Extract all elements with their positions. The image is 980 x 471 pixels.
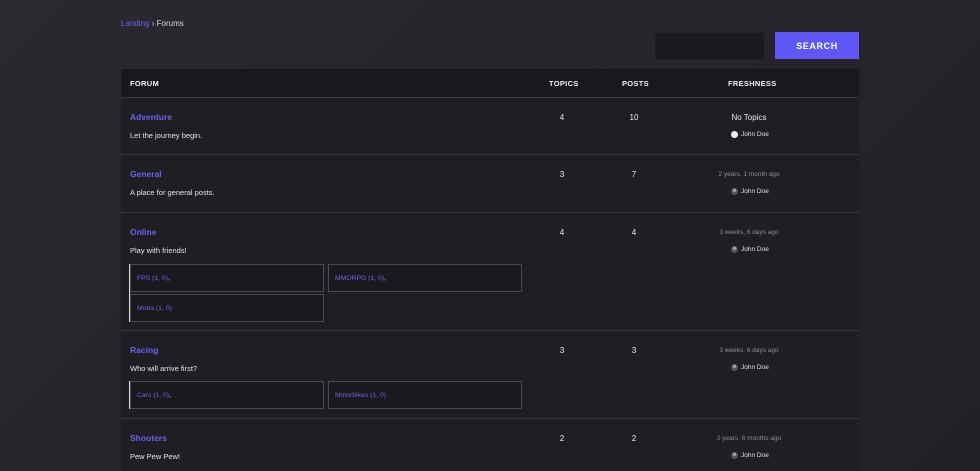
posts-count: 2 — [631, 434, 637, 443]
freshness-user[interactable]: John Doe — [731, 188, 769, 195]
topics-count: 3 — [559, 170, 565, 179]
forum-title-link[interactable]: Adventure — [130, 112, 172, 122]
freshness-link[interactable]: 2 years, 1 month ago — [689, 171, 809, 178]
avatar — [731, 246, 738, 253]
freshness-user[interactable]: John Doe — [731, 246, 769, 253]
forum-title-link[interactable]: General — [130, 169, 162, 179]
avatar — [731, 131, 738, 138]
topics-count: 3 — [559, 346, 565, 355]
posts-count: 4 — [631, 228, 637, 237]
subforum-link[interactable]: Cars (1, 0), — [130, 381, 324, 409]
freshness-text: No Topics — [731, 113, 767, 122]
avatar — [731, 188, 738, 195]
freshness-user[interactable]: John Doe — [731, 452, 769, 459]
subforum-label: Cars (1, 0) — [137, 391, 170, 399]
user-name: John Doe — [741, 188, 769, 195]
table-row: General A place for general posts. 3 7 2… — [121, 155, 859, 213]
topics-count: 4 — [559, 113, 565, 122]
subforum-label: MMORPG (1, 0) — [335, 274, 385, 282]
search-input[interactable] — [655, 33, 764, 59]
subforum-label: Moba (1, 0) — [137, 304, 172, 312]
forum-description: Let the journey begin. — [130, 131, 203, 140]
subforum-separator: , — [169, 391, 171, 399]
subforum-link[interactable]: MMORPG (1, 0), — [328, 264, 522, 292]
breadcrumb-current: Forums — [156, 19, 184, 28]
header-posts: POSTS — [622, 79, 649, 88]
subforum-link[interactable]: Moba (1, 0) — [130, 294, 324, 322]
freshness-link[interactable]: 2 years, 6 months ago — [689, 435, 809, 442]
freshness-user[interactable]: John Doe — [731, 364, 769, 371]
forum-description: Play with friends! — [130, 246, 187, 255]
subforum-link[interactable]: Motorbikes (1, 0) — [328, 381, 522, 409]
table-row: Racing Who will arrive first? 3 3 3 week… — [121, 331, 859, 419]
forum-title-link[interactable]: Shooters — [130, 433, 167, 443]
topics-count: 2 — [559, 434, 565, 443]
forum-description: Who will arrive first? — [130, 364, 198, 373]
subforum-link[interactable]: FPS (1, 0), — [130, 264, 324, 292]
breadcrumb: Landing › Forums — [121, 19, 184, 28]
subforum-label: FPS (1, 0) — [137, 274, 168, 282]
subforum-label: Motorbikes (1, 0) — [335, 391, 386, 399]
freshness-user[interactable]: John Doe — [731, 131, 769, 138]
posts-count: 7 — [631, 170, 637, 179]
header-topics: TOPICS — [549, 79, 579, 88]
user-name: John Doe — [741, 246, 769, 253]
forum-title-link[interactable]: Racing — [130, 345, 158, 355]
avatar — [731, 364, 738, 371]
breadcrumb-separator: › — [151, 19, 155, 28]
table-row: Shooters Pew Pew Pew! 2 2 2 years, 6 mon… — [121, 419, 859, 471]
posts-count: 10 — [629, 113, 639, 122]
avatar — [731, 452, 738, 459]
posts-count: 3 — [631, 346, 637, 355]
user-name: John Doe — [741, 452, 769, 459]
freshness-link[interactable]: 3 weeks, 6 days ago — [689, 229, 809, 236]
subforum-separator: , — [167, 274, 170, 282]
user-name: John Doe — [741, 131, 769, 138]
forum-description: Pew Pew Pew! — [130, 452, 181, 461]
search-button[interactable]: SEARCH — [775, 32, 859, 59]
user-name: John Doe — [741, 364, 769, 371]
forum-description: A place for general posts. — [130, 188, 215, 197]
topics-count: 4 — [559, 228, 565, 237]
subforum-separator: , — [384, 274, 386, 282]
table-row: Adventure Let the journey begin. 4 10 No… — [121, 98, 859, 155]
freshness-link[interactable]: 3 weeks, 6 days ago — [689, 347, 809, 354]
table-row: Online Play with friends! 4 4 3 weeks, 6… — [121, 213, 859, 331]
breadcrumb-home-link[interactable]: Landing — [121, 19, 149, 28]
header-freshness: FRESHNESS — [728, 79, 777, 88]
header-forum: FORUM — [130, 79, 159, 88]
table-header: FORUM TOPICS POSTS FRESHNESS — [121, 69, 859, 98]
forum-title-link[interactable]: Online — [130, 227, 156, 237]
forum-table: FORUM TOPICS POSTS FRESHNESS Adventure L… — [121, 69, 859, 471]
